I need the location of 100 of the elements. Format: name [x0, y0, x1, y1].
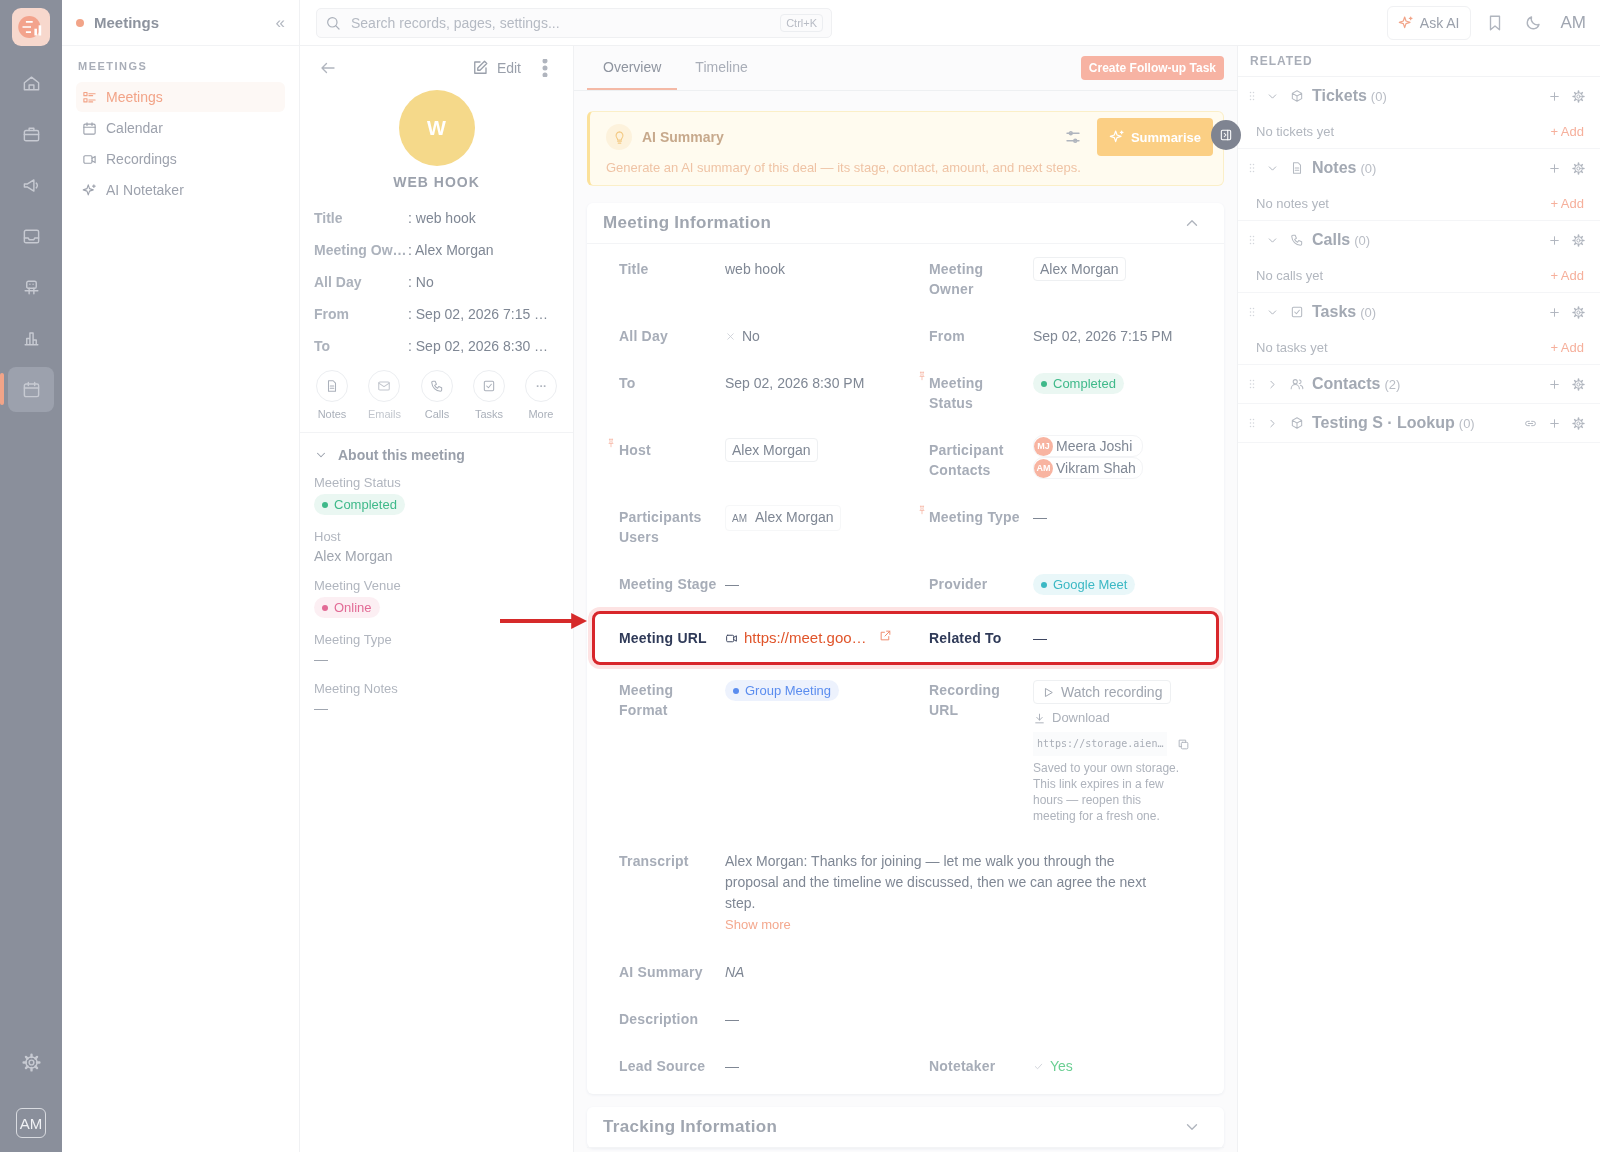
card-title: Tracking Information	[603, 1117, 778, 1137]
field-label: Host	[619, 442, 651, 458]
empty-state: No calls yet	[1256, 268, 1324, 283]
card-title: Meeting Information	[603, 213, 772, 233]
transcript-text: Alex Morgan: Thanks for joining — let me walk you through the proposal and the timeline we discussed, then we can agree the next step.	[725, 852, 1148, 913]
field-value: : web hook	[408, 210, 476, 226]
watch-recording-button[interactable]: Watch recording	[1033, 680, 1172, 704]
field-label: Provider	[929, 576, 988, 592]
field-label: Host	[314, 529, 341, 544]
section-title: Calls	[1312, 231, 1351, 249]
panel-title: RELATED	[1238, 46, 1600, 77]
field-label: Meeting Stage	[619, 576, 717, 592]
tab[interactable]: Timeline	[683, 46, 760, 90]
user-avatar[interactable]: AM	[16, 1108, 46, 1138]
field-label: Meeting Status	[929, 375, 984, 411]
item-count: (0)	[1354, 232, 1371, 248]
contact-chip: MJ Meera Joshi	[1033, 435, 1143, 457]
field-label: Meeting Format	[619, 682, 674, 718]
status-badge: Group Meeting	[725, 680, 839, 701]
search-input[interactable]: Search records, pages, settings...	[349, 13, 773, 32]
field-label: Title	[314, 210, 344, 226]
field-label: Participant Contacts	[929, 442, 1004, 478]
field-label: Meeting Owner	[929, 261, 984, 297]
record-name: WEB HOOK	[392, 174, 481, 190]
ask-ai-button[interactable]: Ask AI	[1386, 5, 1471, 40]
field-value: —	[314, 651, 328, 667]
field-label: From	[929, 328, 965, 344]
contact-chip: AM Vikram Shah	[1033, 457, 1143, 479]
status-badge: Google Meet	[1033, 574, 1136, 595]
field-label: Description	[619, 1011, 699, 1027]
section-title: Notes	[1312, 159, 1357, 177]
section-title: Tickets	[1312, 87, 1367, 105]
user-chip: AM Alex Morgan	[725, 505, 841, 531]
field-label: Title	[619, 261, 649, 277]
section-title: Contacts	[1312, 375, 1381, 393]
item-count: (0)	[1360, 304, 1377, 320]
field-value: —	[725, 575, 739, 594]
app-title: Meetings	[94, 14, 160, 31]
show-more-link[interactable]: Show more	[725, 917, 791, 932]
field-label: Recording URL	[929, 682, 1001, 718]
download-link[interactable]: Download	[1033, 708, 1110, 728]
field-label: Meeting Notes	[314, 681, 398, 696]
tab[interactable]: Overview	[587, 46, 678, 90]
field-value: Yes	[1050, 1057, 1073, 1076]
record-avatar: W	[398, 90, 475, 166]
empty-state: No tickets yet	[1256, 124, 1335, 139]
field-value: : Sep 02, 2026 7:15 …	[408, 306, 549, 322]
field-value: —	[1033, 629, 1047, 648]
user-avatar[interactable]: AM	[1560, 12, 1586, 33]
section-toggle[interactable]: About this meeting	[314, 447, 465, 463]
search-field[interactable]: Search records, pages, settings... Ctrl+K	[316, 7, 832, 38]
field-label: Notetaker	[929, 1058, 996, 1074]
field-value: —	[314, 700, 328, 716]
add-link[interactable]: + Add	[1550, 340, 1584, 355]
edit-button[interactable]: Edit	[470, 59, 521, 77]
empty-state: No tasks yet	[1256, 340, 1328, 355]
status-badge: Completed	[1033, 373, 1124, 394]
card-description: Generate an AI summary of this deal — its stage, contact, amount, and next steps.	[606, 160, 1082, 175]
status-badge: Completed	[314, 494, 405, 515]
field-value: —	[1033, 508, 1047, 527]
add-link[interactable]: + Add	[1550, 196, 1584, 211]
summarise-button[interactable]: Summarise	[1096, 118, 1213, 156]
field-label: Lead Source	[619, 1058, 706, 1074]
field-value: Alex Morgan	[314, 548, 393, 564]
nav-item[interactable]: AI Notetaker	[76, 175, 285, 205]
section-title: Tasks	[1312, 303, 1357, 321]
user-chip: Alex Morgan	[725, 438, 818, 462]
field-label: Meeting Type	[314, 632, 392, 647]
item-count: (0)	[1458, 415, 1475, 431]
storage-note: Saved to your own storage. This link expires in a few hours — reopen this meeting for a fresh one.	[1033, 760, 1181, 824]
field-value: : No	[408, 274, 434, 290]
nav-item[interactable]: Meetings	[76, 82, 285, 112]
field-label: Meeting URL	[619, 630, 707, 646]
field-value: —	[725, 1010, 739, 1029]
field-label: Meeting Ow…	[314, 242, 408, 258]
field-label: Meeting Status	[314, 475, 401, 490]
field-label: Meeting Venue	[314, 578, 401, 593]
field-value: No	[742, 327, 760, 346]
add-link[interactable]: + Add	[1550, 124, 1584, 139]
meeting-link[interactable]: https://meet.goo…	[744, 628, 867, 648]
collapse-button[interactable]: «	[275, 12, 285, 33]
field-label: Transcript	[619, 853, 689, 869]
field-label: Meeting Type	[929, 509, 1020, 525]
nav-item[interactable]: Recordings	[76, 144, 285, 174]
nav-item[interactable]: Calendar	[76, 113, 285, 143]
field-value: Sep 02, 2026 7:15 PM	[1033, 327, 1173, 346]
item-count: (0)	[1370, 88, 1387, 104]
create-task-button[interactable]: Create Follow-up Task	[1080, 56, 1224, 80]
shortcut-hint: Ctrl+K	[780, 13, 823, 32]
add-link[interactable]: + Add	[1550, 268, 1584, 283]
field-value: web hook	[725, 260, 785, 279]
field-label: AI Summary	[619, 964, 703, 980]
field-label: All Day	[619, 328, 668, 344]
field-label: From	[314, 306, 350, 322]
field-label: Related To	[929, 630, 1002, 646]
field-value: : Alex Morgan	[408, 242, 494, 258]
item-count: (2)	[1384, 376, 1401, 392]
field-value: NA	[725, 963, 745, 982]
user-chip: Alex Morgan	[1033, 257, 1126, 281]
empty-state: No notes yet	[1256, 196, 1329, 211]
